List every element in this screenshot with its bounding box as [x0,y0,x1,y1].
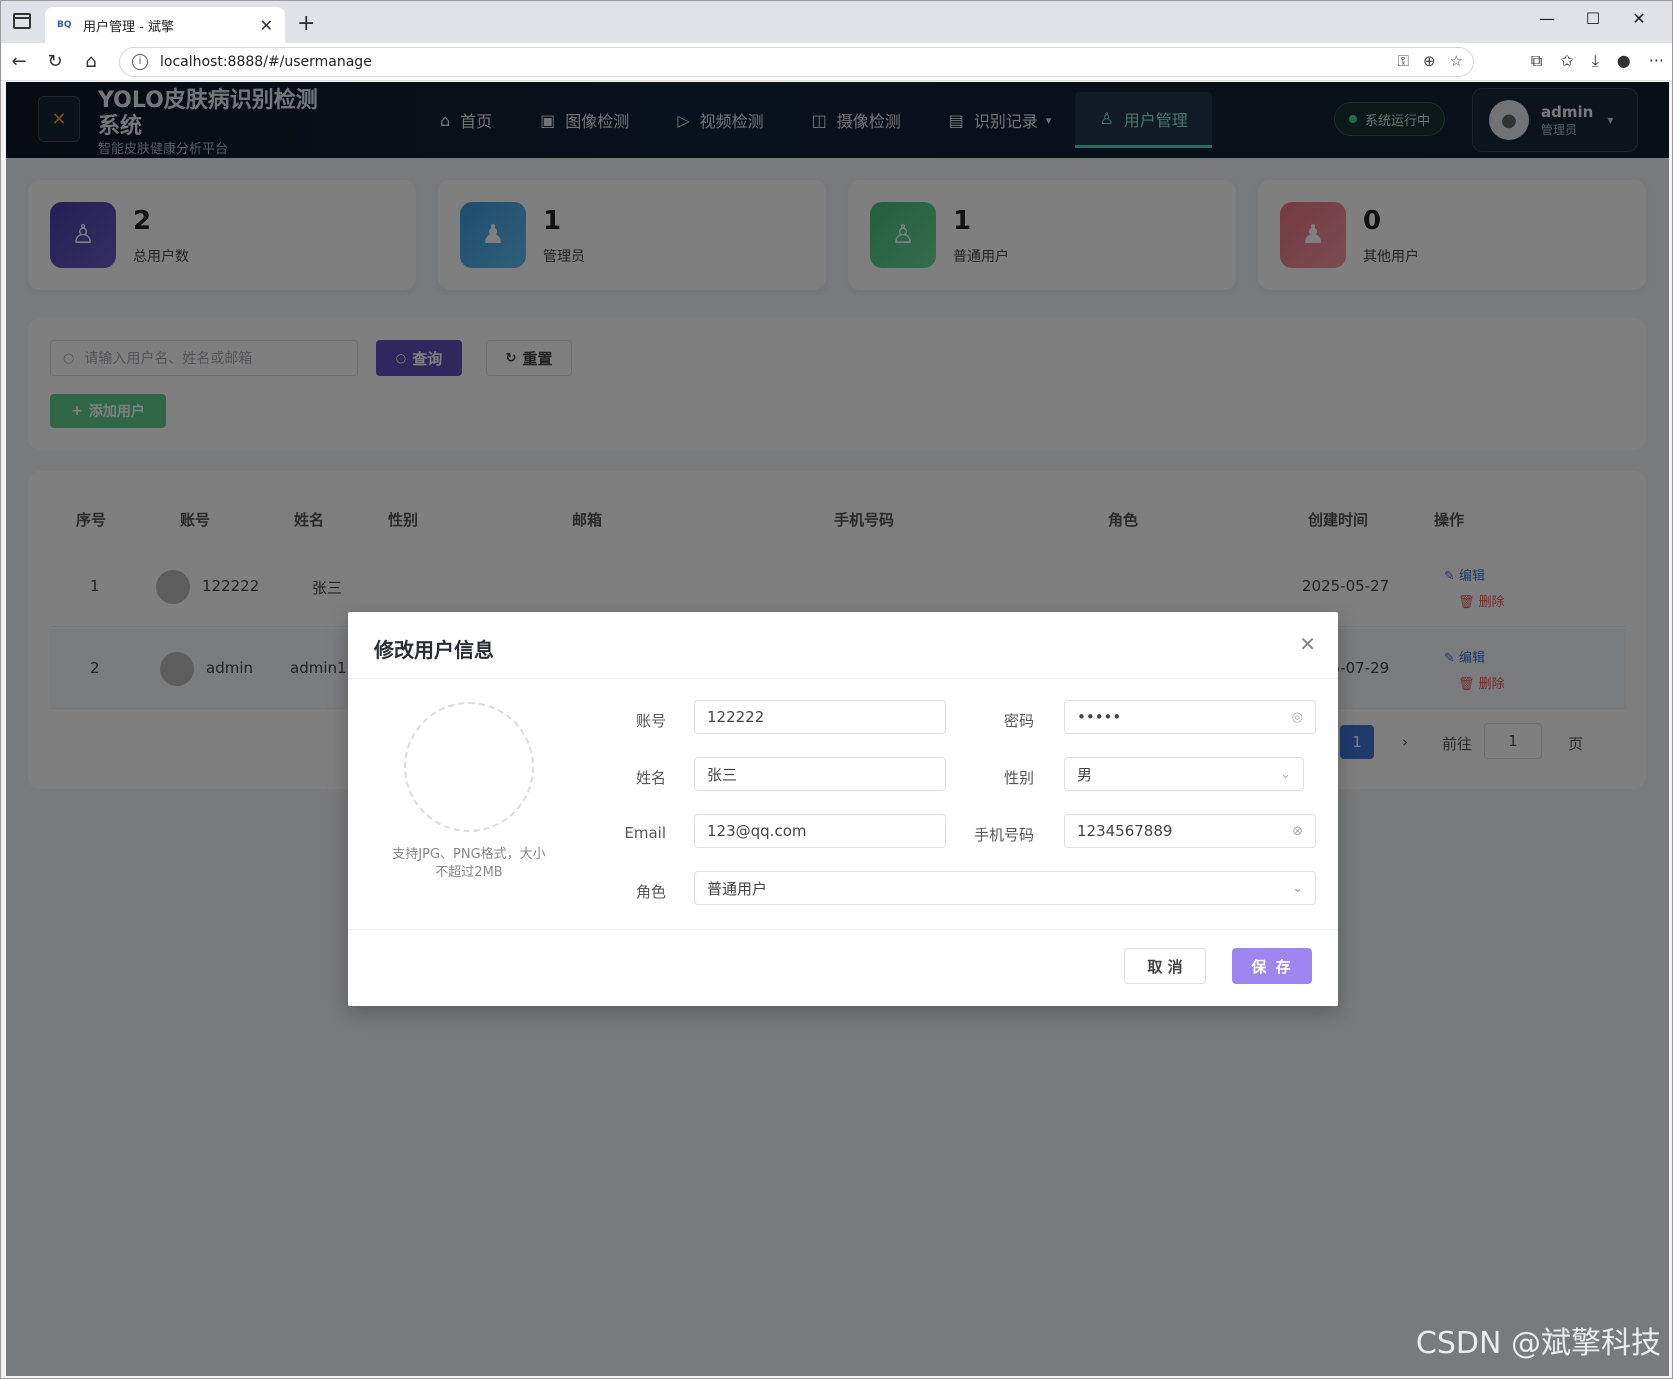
more-icon[interactable]: ··· [1649,51,1664,71]
eye-hidden-icon[interactable]: ◎ [1292,710,1303,725]
dialog-divider [348,678,1338,679]
browser-toolbar: ← ↻ ⌂ i localhost:8888/#/usermanage ⚿ ⊕ … [1,43,1672,81]
account-value: 122222 [707,708,765,726]
window-menu-icon[interactable] [13,13,31,29]
minimize-icon[interactable]: — [1524,9,1570,28]
window-close-icon[interactable]: ✕ [1616,9,1662,28]
password-input[interactable]: ••••• ◎ [1064,700,1316,734]
dialog-divider [348,929,1338,930]
back-icon[interactable]: ← [1,51,37,72]
edit-user-dialog: 修改用户信息 ✕ 支持JPG、PNG格式，大小不超过2MB 账号 122222 … [348,612,1338,1006]
clear-circle-icon[interactable]: ⊗ [1292,824,1303,839]
phone-label: 手机号码 [973,826,1034,844]
site-info-icon[interactable]: i [132,54,148,70]
phone-input[interactable]: 1234567889 ⊗ [1064,814,1316,848]
phone-value: 1234567889 [1077,822,1173,840]
download-icon[interactable]: ⤓ [1592,51,1599,71]
tab-title: 用户管理 - 斌擎 [83,19,174,35]
address-bar[interactable]: i localhost:8888/#/usermanage ⚿ ⊕ ☆ [119,47,1474,77]
tab-strip: BQ 用户管理 - 斌擎 ✕ + — ☐ ✕ [1,1,1672,43]
role-value: 普通用户 [707,879,768,898]
name-value: 张三 [707,765,738,784]
url-text: localhost:8888/#/usermanage [160,54,372,70]
tab-close-icon[interactable]: ✕ [260,16,273,35]
watermark-text: CSDN @斌擎科技 [1415,1326,1661,1361]
dialog-title: 修改用户信息 [374,638,494,662]
reload-icon[interactable]: ↻ [37,51,73,72]
save-button[interactable]: 保 存 [1232,948,1312,984]
gender-select[interactable]: 男 ⌄ [1064,757,1304,791]
favorite-star-icon[interactable]: ☆ [1450,52,1463,70]
favicon-icon: BQ [57,20,72,30]
upload-hint: 支持JPG、PNG格式，大小不超过2MB [392,847,546,880]
maximize-icon[interactable]: ☐ [1570,9,1616,28]
favorites-icon[interactable]: ✩ [1560,51,1573,71]
email-input[interactable]: 123@qq.com [694,814,946,848]
chevron-down-icon: ⌄ [1292,880,1303,896]
browser-window: BQ 用户管理 - 斌擎 ✕ + — ☐ ✕ ← ↻ ⌂ i localhost… [0,0,1673,1379]
key-icon[interactable]: ⚿ [1398,52,1409,70]
browser-tab[interactable]: BQ 用户管理 - 斌擎 ✕ [45,7,285,43]
window-controls: — ☐ ✕ [1524,9,1662,28]
account-input[interactable]: 122222 [694,700,946,734]
gender-value: 男 [1077,765,1093,784]
account-label: 账号 [635,712,666,730]
zoom-icon[interactable]: ⊕ [1423,52,1436,70]
dialog-close-icon[interactable]: ✕ [1299,632,1316,656]
password-value: ••••• [1077,708,1122,726]
profile-icon[interactable]: ● [1617,51,1631,71]
name-label: 姓名 [635,769,666,787]
app-root: ✕ YOLO皮肤病识别检测系统 智能皮肤健康分析平台 ⌂首页 ▣图像检测 ▷视频… [6,82,1669,1376]
role-label: 角色 [635,883,666,901]
new-tab-icon[interactable]: + [297,11,315,36]
chevron-down-icon: ⌄ [1280,766,1291,782]
password-label: 密码 [1003,712,1034,730]
role-select[interactable]: 普通用户 ⌄ [694,871,1316,905]
name-input[interactable]: 张三 [694,757,946,791]
email-label: Email [624,824,666,842]
email-value: 123@qq.com [707,822,807,840]
avatar-uploader[interactable] [404,702,534,832]
cancel-button[interactable]: 取 消 [1124,948,1206,984]
home-browser-icon[interactable]: ⌂ [73,51,109,72]
gender-label: 性别 [1003,769,1034,787]
extensions-icon[interactable]: ⧉ [1531,51,1542,71]
